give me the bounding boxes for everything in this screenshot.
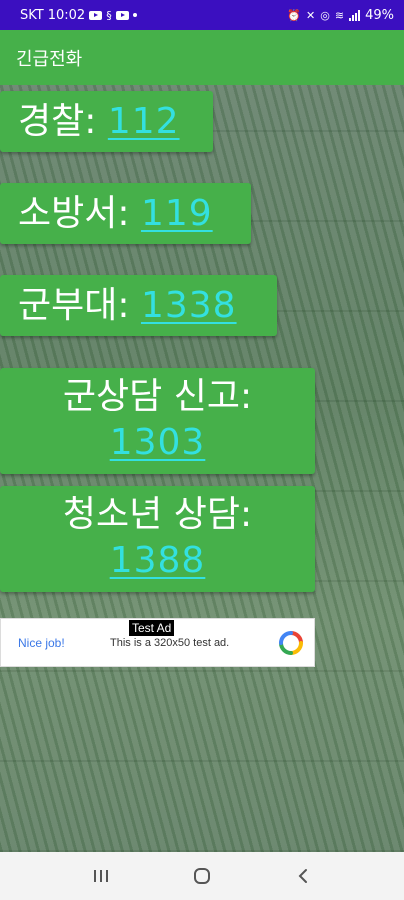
youth-counseling-number-link[interactable]: 1388 [110,540,206,581]
youth-counseling-call-button[interactable]: 청소년 상담: 1388 [0,486,315,592]
fire-station-call-button[interactable]: 소방서: 119 [0,183,251,244]
app-bar: 긴급전화 [0,30,404,85]
mute-icon: ✕ [306,8,316,22]
main-content: 경찰: 112 소방서: 119 군부대: 1338 군상담 신고: 1303 … [0,85,404,852]
system-nav-bar [0,852,404,900]
wifi-icon: ≋ [334,8,345,22]
back-button[interactable] [283,856,323,896]
status-left: SKT 10:02 § [20,8,137,23]
hotspot-icon: ◎ [320,8,330,22]
military-counseling-label: 군상담 신고: [62,376,253,417]
ad-logo-icon [279,631,303,655]
military-counseling-call-button[interactable]: 군상담 신고: 1303 [0,368,315,474]
carrier-label: SKT [20,7,44,23]
ad-description: This is a 320x50 test ad. [110,637,230,649]
home-button[interactable] [182,856,222,896]
military-counseling-number-link[interactable]: 1303 [110,422,206,463]
youtube-notification-icon-2 [115,10,129,20]
youth-counseling-label: 청소년 상담: [62,494,253,535]
recents-icon [93,870,108,882]
military-unit-number-link[interactable]: 1338 [141,283,237,329]
police-number-link[interactable]: 112 [108,99,180,145]
more-notifications-icon [132,13,137,17]
police-call-button[interactable]: 경찰: 112 [0,91,213,152]
police-label: 경찰: [18,100,97,142]
status-right: ⏰ ✕ ◎ ≋ 49% [287,8,394,23]
signal-icon [349,9,361,21]
fire-station-number-link[interactable]: 119 [141,191,213,237]
test-ad-label: Test Ad [129,620,175,636]
military-unit-label: 군부대: [18,284,130,326]
alarm-icon: ⏰ [287,8,302,22]
clock: 10:02 [47,7,86,23]
home-icon [193,868,210,884]
military-unit-call-button[interactable]: 군부대: 1338 [0,275,277,336]
app-title: 긴급전화 [16,48,83,70]
notification-icon: § [106,8,112,22]
fire-station-label: 소방서: [18,192,130,234]
back-icon [298,869,308,883]
battery-percent: 49% [365,7,394,23]
ad-nice-job-text: Nice job! [18,636,65,650]
status-bar: SKT 10:02 § ⏰ ✕ ◎ ≋ 49% [0,0,404,30]
recents-button[interactable] [81,856,121,896]
youtube-notification-icon [89,10,103,20]
